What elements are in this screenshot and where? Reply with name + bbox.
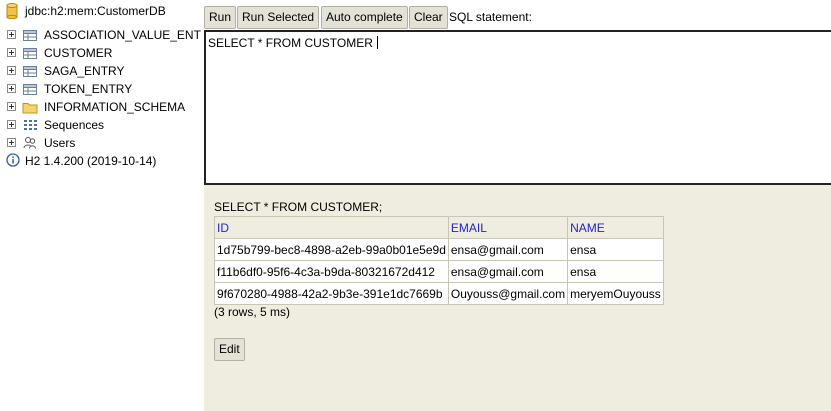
tree-item-label: Users [44, 136, 76, 150]
table-icon [22, 45, 38, 61]
expand-icon[interactable] [7, 66, 16, 75]
expand-icon[interactable] [7, 138, 16, 147]
tree-item-label: Sequences [44, 118, 105, 132]
table-cell: 9f670280-4988-42a2-9b3e-391e1dc7669b [214, 282, 449, 305]
tree-item-label: INFORMATION_SCHEMA [44, 100, 186, 114]
sql-editor[interactable]: SELECT * FROM CUSTOMER [204, 30, 831, 185]
database-tree: jdbc:h2:mem:CustomerDB ASSOCIATION_VALUE… [0, 0, 204, 411]
table-icon [22, 63, 38, 79]
database-icon [6, 3, 22, 20]
table-cell: ensa@gmail.com [447, 238, 569, 261]
query-panel: Run Run Selected Auto complete Clear SQL… [204, 0, 831, 411]
expand-icon[interactable] [7, 84, 16, 93]
table-cell: Ouyouss@gmail.com [447, 282, 569, 305]
connection-label: jdbc:h2:mem:CustomerDB [25, 4, 166, 18]
result-statement: SELECT * FROM CUSTOMER; [214, 200, 383, 214]
tree-item-label: SAGA_ENTRY [44, 64, 125, 78]
column-header-id[interactable]: ID [214, 216, 449, 239]
table-header-row: ID EMAIL NAME [214, 216, 664, 239]
table-cell: ensa@gmail.com [447, 260, 569, 283]
toolbar: Run Run Selected Auto complete Clear SQL… [204, 0, 831, 30]
table-cell: meryemOuyouss [567, 282, 664, 305]
clear-button[interactable]: Clear [409, 6, 448, 29]
table-cell: 1d75b799-bec8-4898-a2eb-99a0b01e5e9d [214, 238, 449, 261]
sql-text: SELECT * FROM CUSTOMER [208, 36, 373, 50]
auto-complete-button[interactable]: Auto complete [321, 6, 408, 29]
column-header-email[interactable]: EMAIL [447, 216, 569, 239]
sequences-icon [22, 117, 38, 133]
tree-item-label: CUSTOMER [44, 46, 113, 60]
table-cell: ensa [567, 238, 664, 261]
run-selected-button[interactable]: Run Selected [237, 6, 320, 29]
expand-icon[interactable] [7, 48, 16, 57]
tree-item-label: ASSOCIATION_VALUE_ENT [44, 28, 201, 42]
table-cell: f11b6df0-95f6-4c3a-b9da-80321672d412 [214, 260, 449, 283]
version-label: H2 1.4.200 (2019-10-14) [25, 154, 157, 168]
edit-button[interactable]: Edit [214, 338, 245, 361]
table-cell: ensa [567, 260, 664, 283]
table-row: f11b6df0-95f6-4c3a-b9da-80321672d412 ens… [214, 260, 664, 283]
table-row: 9f670280-4988-42a2-9b3e-391e1dc7669b Ouy… [214, 282, 664, 305]
row-count: (3 rows, 5 ms) [214, 305, 291, 319]
table-row: 1d75b799-bec8-4898-a2eb-99a0b01e5e9d ens… [214, 238, 664, 261]
text-cursor [376, 36, 378, 49]
users-icon [22, 135, 38, 151]
result-table: ID EMAIL NAME 1d75b799-bec8-4898-a2eb-99… [214, 216, 664, 305]
table-icon [22, 27, 38, 43]
column-header-name[interactable]: NAME [567, 216, 664, 239]
sql-statement-label: SQL statement: [449, 10, 532, 24]
tree-item-label: TOKEN_ENTRY [44, 82, 133, 96]
info-icon [6, 153, 22, 169]
expand-icon[interactable] [7, 30, 16, 39]
expand-icon[interactable] [7, 120, 16, 129]
table-icon [22, 81, 38, 97]
folder-icon [22, 99, 38, 115]
run-button[interactable]: Run [204, 6, 237, 29]
expand-icon[interactable] [7, 102, 16, 111]
